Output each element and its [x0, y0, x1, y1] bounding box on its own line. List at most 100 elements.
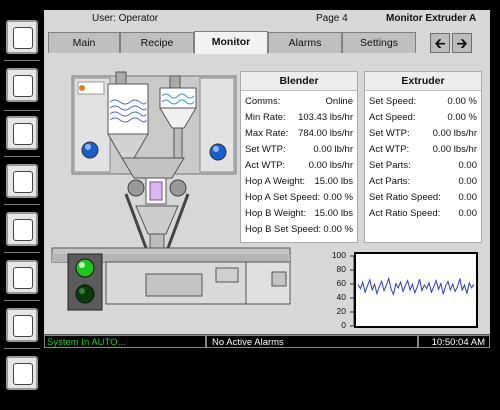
extruder-row: Set Speed: 0.00 %: [365, 96, 481, 112]
field-value: 15.00 lbs: [314, 176, 353, 187]
extruder-row: Act Parts: 0.00: [365, 176, 481, 192]
field-label: Hop A Weight:: [245, 176, 306, 187]
y-tick-label: 40: [336, 292, 346, 302]
y-tick-label: 100: [331, 250, 346, 260]
clock-text: 10:50:04 AM: [431, 337, 485, 348]
light-highlight: [213, 146, 219, 152]
blender-panel-title: Blender: [241, 72, 357, 91]
field-label: Act Parts:: [369, 176, 411, 187]
blender-row: Hop B Set Speed: 0.00 %: [241, 224, 357, 240]
field-label: Hop B Set Speed:: [245, 224, 322, 235]
tab-bar: Main Recipe Monitor Alarms Settings 🡰 🡲: [44, 30, 490, 54]
field-value: 0.00 lbs/hr: [432, 128, 477, 139]
divider: [4, 348, 40, 349]
lamp-highlight: [79, 288, 85, 294]
indicator-light-right: [209, 143, 227, 161]
field-label: Set Ratio Speed:: [369, 192, 441, 203]
arrow-right-icon: 🡲: [456, 35, 468, 51]
tab-monitor[interactable]: Monitor: [194, 31, 268, 54]
feeder-b-top: [169, 75, 181, 89]
field-label: Act WTP:: [369, 144, 410, 155]
divider: [4, 204, 40, 205]
field-value: 0.00 %: [323, 224, 353, 235]
feeder-a-top: [115, 71, 127, 85]
status-mode-box: System In AUTO...: [44, 335, 206, 348]
tab-recipe[interactable]: Recipe: [120, 32, 194, 53]
extruder-row: Set Ratio Speed: 0.00: [365, 192, 481, 208]
side-key-8[interactable]: [6, 356, 38, 390]
throat-cone: [135, 205, 179, 235]
extruder-panel: Extruder Set Speed: 0.00 % Act Speed: 0.00…: [364, 71, 482, 243]
extruder-row: Act Speed: 0.00 %: [365, 112, 481, 128]
field-value: 784.00 lbs/hr: [298, 128, 353, 139]
tab-main[interactable]: Main: [48, 32, 120, 53]
blender-panel: Blender Comms: Online Min Rate: 103.43 lbs…: [240, 71, 358, 243]
field-value: 0.00: [458, 160, 478, 171]
side-key-4[interactable]: [6, 164, 38, 198]
lamp-highlight: [79, 262, 85, 268]
side-key-2[interactable]: [6, 68, 38, 102]
mixer-hopper: [121, 157, 185, 179]
arrow-left-icon: 🡰: [434, 35, 446, 51]
field-value: 0.00 %: [447, 96, 477, 107]
tab-settings[interactable]: Settings: [342, 32, 416, 53]
field-value: 0.00: [458, 208, 478, 219]
hmi-screen: User: Operator Page 4 Monitor Extruder A…: [44, 10, 490, 348]
indicator-light-left: [81, 141, 99, 159]
trend-series-line: [357, 276, 475, 296]
side-key-5[interactable]: [6, 212, 38, 246]
trend-chart: [356, 254, 476, 326]
extruder-row: Act Ratio Speed: 0.00: [365, 208, 481, 224]
field-label: Max Rate:: [245, 128, 289, 139]
hmi-bezel: [0, 0, 44, 410]
sight-glass-material: [149, 181, 163, 201]
y-tick-label: 0: [341, 320, 346, 330]
field-label: Hop A Set Speed:: [245, 192, 321, 203]
extruder-row: Set Parts: 0.00: [365, 160, 481, 176]
extruder-panel-title: Extruder: [365, 72, 481, 91]
y-tick-label: 20: [336, 306, 346, 316]
alarm-status-text: No Active Alarms: [212, 337, 284, 348]
field-label: Comms:: [245, 96, 281, 107]
blender-row: Hop B Weight: 15.00 lbs: [241, 208, 357, 224]
field-value: 0.00 lb/hr: [313, 144, 353, 155]
divider: [4, 156, 40, 157]
blender-row: Hop A Weight: 15.00 lbs: [241, 176, 357, 192]
back-button[interactable]: 🡰: [430, 33, 450, 53]
divider: [4, 252, 40, 253]
blender-row: Min Rate: 103.43 lbs/hr: [241, 112, 357, 128]
field-label: Act Speed:: [369, 112, 416, 123]
field-label: Set WTP:: [369, 128, 410, 139]
motor-left: [127, 179, 145, 197]
field-value: 0.00 %: [447, 112, 477, 123]
field-value: 0.00 %: [323, 192, 353, 203]
blender-row: Comms: Online: [241, 96, 357, 112]
screen-title: Monitor Extruder A: [386, 13, 477, 24]
side-key-7[interactable]: [6, 308, 38, 342]
divider: [4, 300, 40, 301]
system-mode-text: System In AUTO...: [47, 337, 126, 348]
side-key-1[interactable]: [6, 20, 38, 54]
hopper-b-feed: [173, 127, 183, 159]
side-key-3[interactable]: [6, 116, 38, 150]
drive-coupling: [271, 271, 287, 287]
side-key-6[interactable]: [6, 260, 38, 294]
field-value: Online: [325, 96, 353, 107]
status-bar: System In AUTO... No Active Alarms 10:50…: [44, 334, 490, 349]
field-label: Set WTP:: [245, 144, 286, 155]
field-label: Act Ratio Speed:: [369, 208, 441, 219]
field-label: Set Speed:: [369, 96, 417, 107]
forward-button[interactable]: 🡲: [452, 33, 472, 53]
clock-box: 10:50:04 AM: [418, 335, 490, 348]
field-label: Act WTP:: [245, 160, 286, 171]
field-value: 0.00 lbs/hr: [432, 144, 477, 155]
user-label: User: Operator: [92, 13, 159, 24]
field-label: Hop B Weight:: [245, 208, 307, 219]
alarm-status-box[interactable]: No Active Alarms: [206, 335, 418, 348]
logo-icon: [79, 85, 85, 91]
tab-alarms[interactable]: Alarms: [268, 32, 342, 53]
light-highlight: [85, 144, 91, 150]
field-value: 0.00: [458, 176, 478, 187]
y-tick-label: 80: [336, 264, 346, 274]
trend-chart-frame[interactable]: [354, 252, 478, 328]
